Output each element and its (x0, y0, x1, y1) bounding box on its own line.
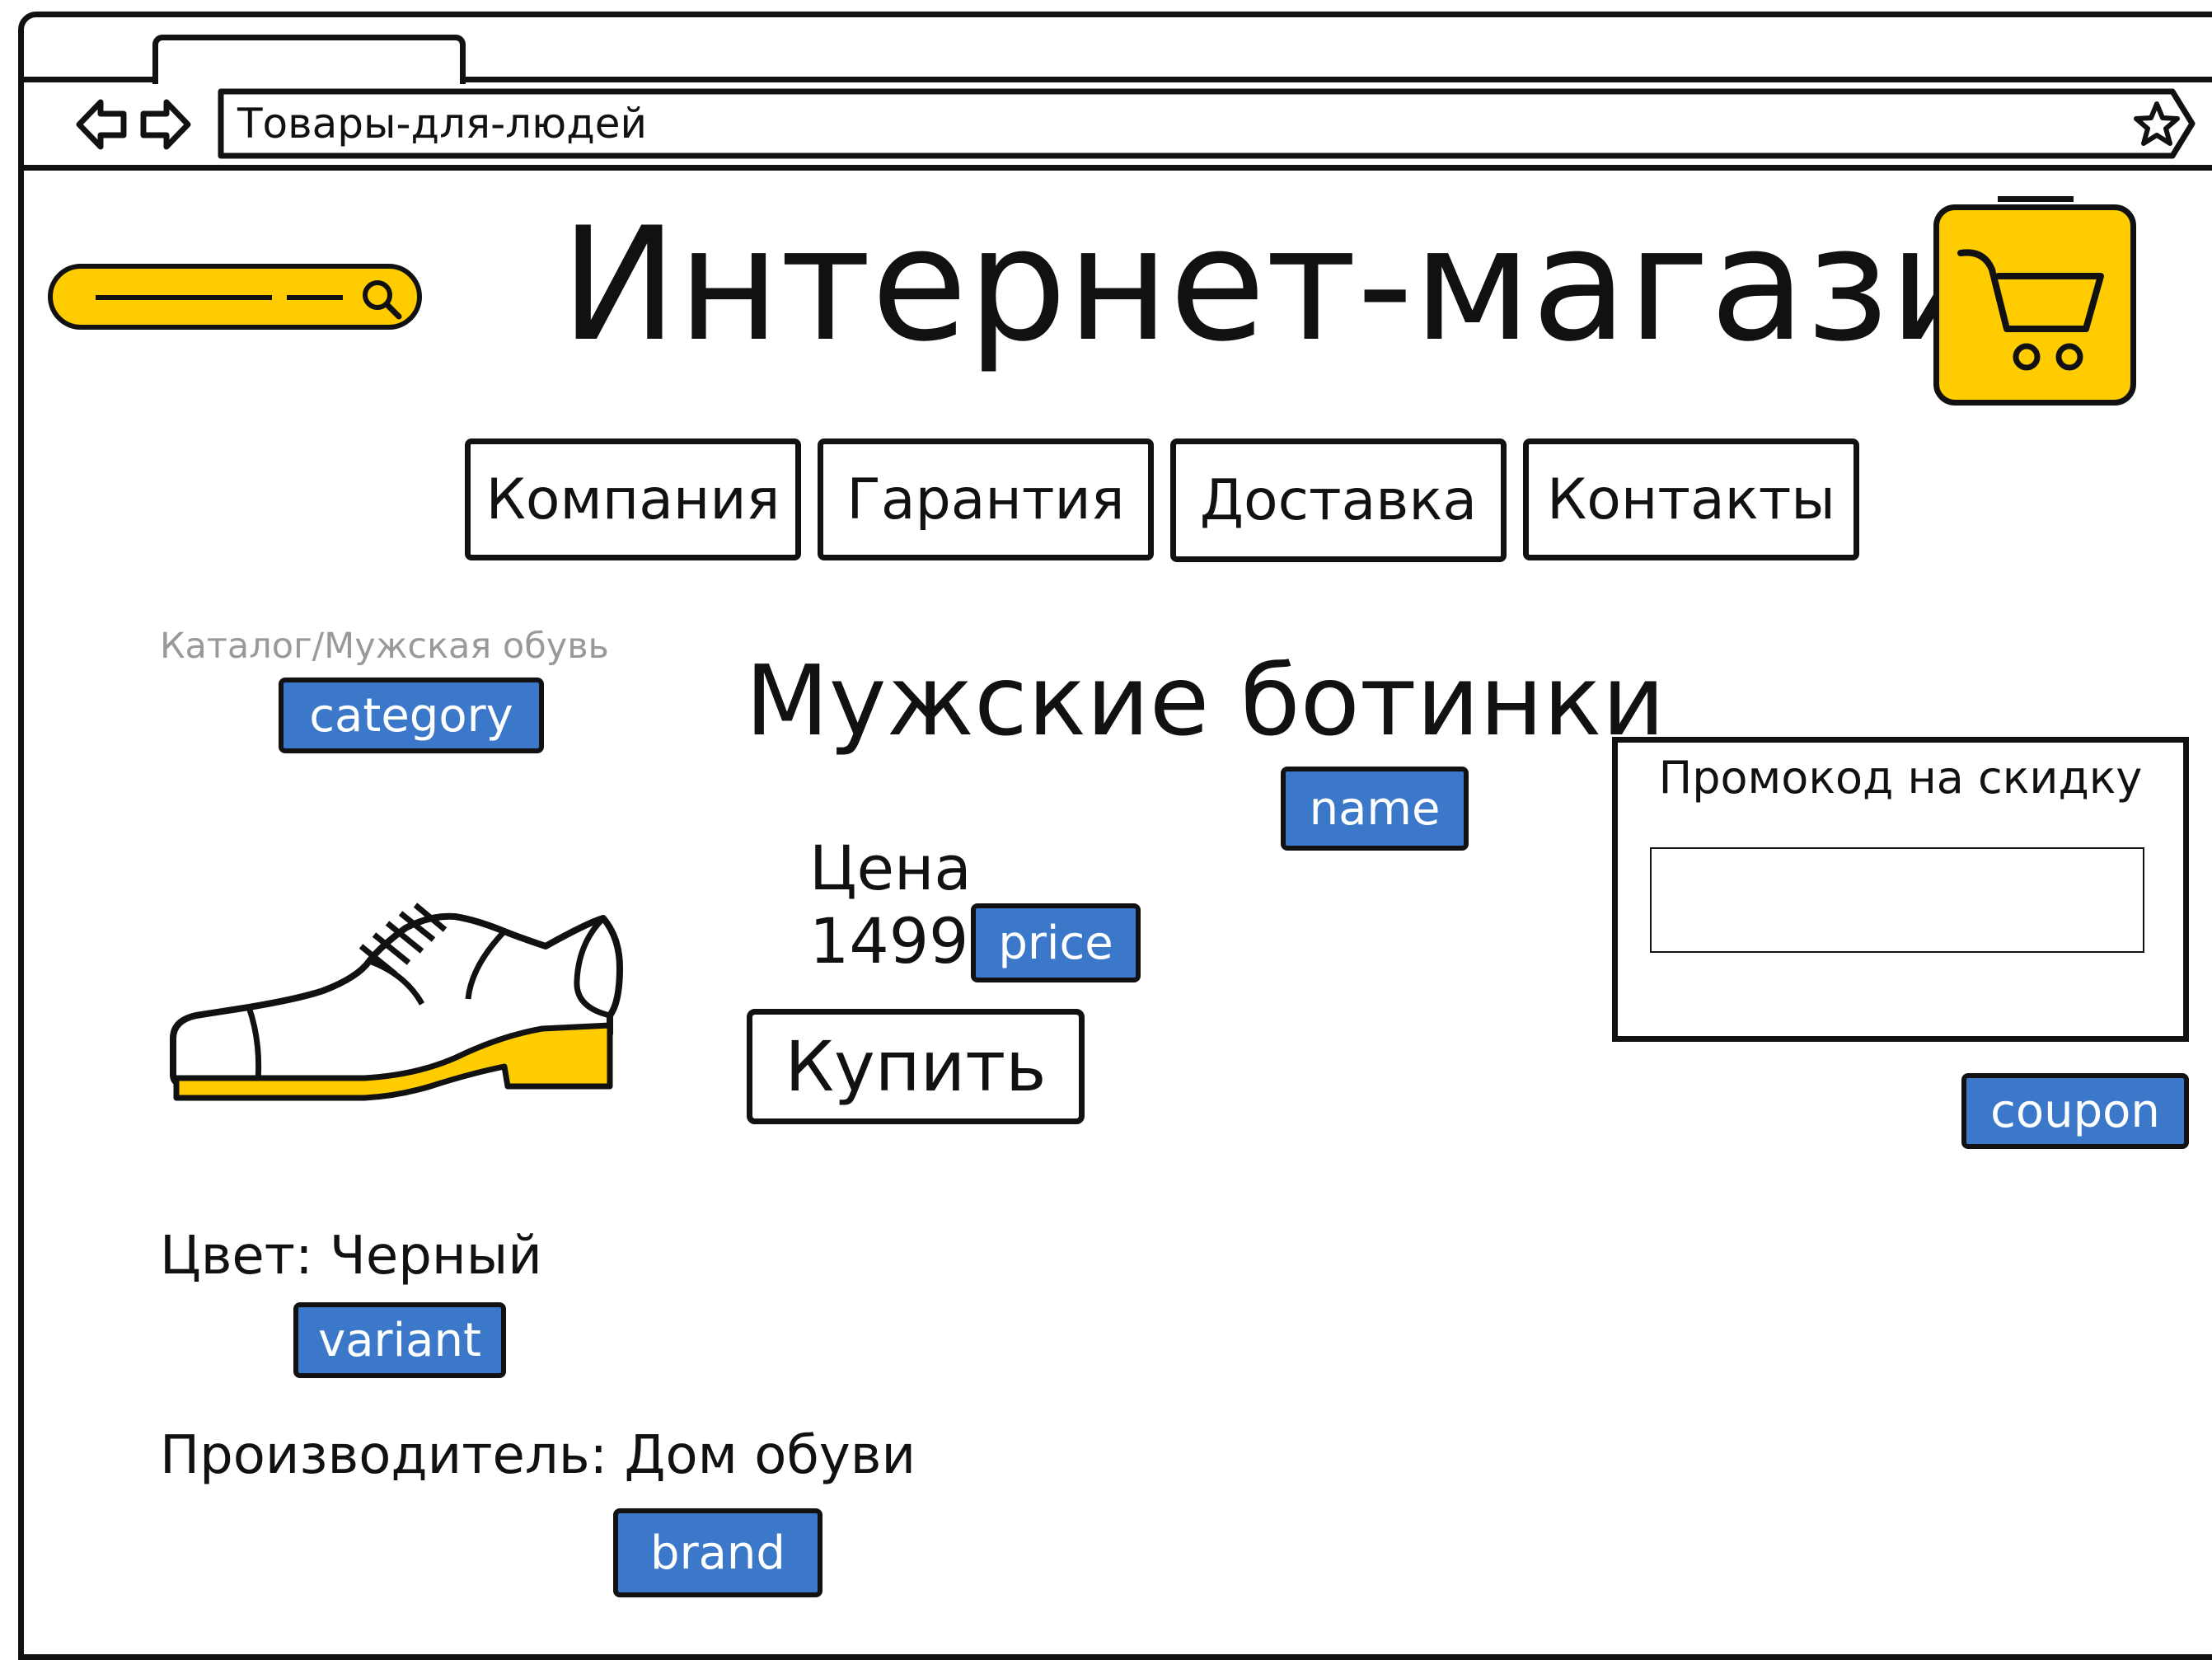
cart-button[interactable] (1933, 204, 2136, 406)
toolbar-divider-bottom (21, 165, 2212, 171)
search-bar[interactable] (48, 264, 422, 330)
star-icon[interactable] (2133, 101, 2181, 148)
buy-button[interactable]: Купить (747, 1009, 1085, 1124)
tag-category: category (279, 678, 544, 753)
nav-button-warranty[interactable]: Гарантия (818, 438, 1154, 560)
address-text: Товары-для-людей (237, 100, 648, 148)
nav-button-contacts[interactable]: Контакты (1523, 438, 1859, 560)
site-title: Интернет-магазин (560, 194, 2093, 376)
tag-name: name (1281, 767, 1469, 851)
tag-price: price (971, 903, 1141, 982)
shopping-cart-icon (1957, 249, 2104, 371)
search-icon[interactable] (359, 277, 405, 323)
coupon-input[interactable] (1650, 847, 2144, 953)
tag-brand: brand (613, 1508, 822, 1597)
breadcrumb[interactable]: Каталог/Мужская обувь (160, 623, 609, 669)
search-placeholder-line (96, 295, 272, 300)
price-value: 1499 (809, 904, 969, 978)
price-label: Цена (809, 833, 972, 904)
tag-variant: variant (293, 1302, 506, 1378)
forward-arrow-icon[interactable] (138, 97, 191, 152)
product-color: Цвет: Черный (160, 1226, 542, 1287)
nav-button-delivery[interactable]: Доставка (1170, 438, 1507, 562)
shoe-icon (170, 903, 623, 1101)
tag-coupon: coupon (1961, 1073, 2189, 1149)
coupon-label: Промокод на скидку (1658, 752, 2143, 804)
product-title: Мужские ботинки (745, 644, 1666, 757)
nav-button-company[interactable]: Компания (465, 438, 801, 560)
back-arrow-icon[interactable] (76, 97, 129, 152)
search-placeholder-line (287, 295, 343, 300)
browser-tab[interactable] (152, 35, 466, 84)
product-manufacturer: Производитель: Дом обуви (160, 1425, 916, 1486)
